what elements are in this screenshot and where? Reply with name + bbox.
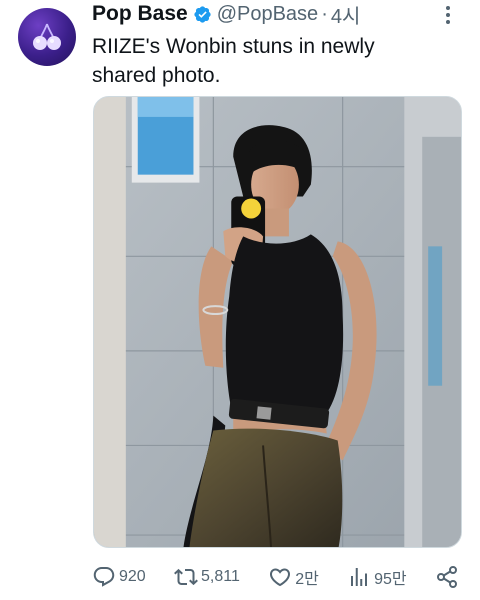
avatar[interactable] <box>18 8 76 66</box>
reply-button[interactable]: 920 <box>92 565 146 589</box>
timestamp[interactable]: 4시 <box>331 0 361 29</box>
retweet-count: 5,811 <box>201 568 240 585</box>
tweet[interactable]: Pop Base @PopBase · 4시 RIIZE's Wonbin st… <box>0 0 480 600</box>
separator-dot: · <box>321 2 328 25</box>
retweet-button[interactable]: 5,811 <box>174 565 240 589</box>
retweet-icon <box>174 568 198 586</box>
share-button[interactable] <box>435 565 462 589</box>
tweet-text-line: RIIZE's Wonbin stuns in newly <box>92 35 375 58</box>
tweet-text-line: shared photo. <box>92 64 221 87</box>
views-button[interactable]: 95만 <box>347 565 407 589</box>
tweet-text: RIIZE's Wonbin stuns in newly shared pho… <box>92 32 462 90</box>
mirror-selfie-image <box>94 97 461 547</box>
like-button[interactable]: 2만 <box>268 565 319 589</box>
views-count: 95만 <box>374 571 407 588</box>
tweet-actions: 920 5,811 2만 95만 <box>92 562 462 592</box>
tweet-photo[interactable] <box>93 96 462 548</box>
reply-icon <box>93 567 115 587</box>
verified-badge-icon <box>194 5 211 23</box>
share-icon <box>436 566 457 588</box>
author-handle[interactable]: @PopBase <box>217 3 318 26</box>
like-count: 2만 <box>295 571 319 588</box>
reply-count: 920 <box>119 568 146 585</box>
author-name[interactable]: Pop Base <box>92 2 188 26</box>
tweet-header: Pop Base @PopBase · 4시 <box>92 0 452 28</box>
heart-icon <box>270 568 291 587</box>
more-options-icon[interactable] <box>440 4 456 26</box>
bar-chart-icon <box>351 568 368 586</box>
cherry-icon <box>33 23 61 50</box>
